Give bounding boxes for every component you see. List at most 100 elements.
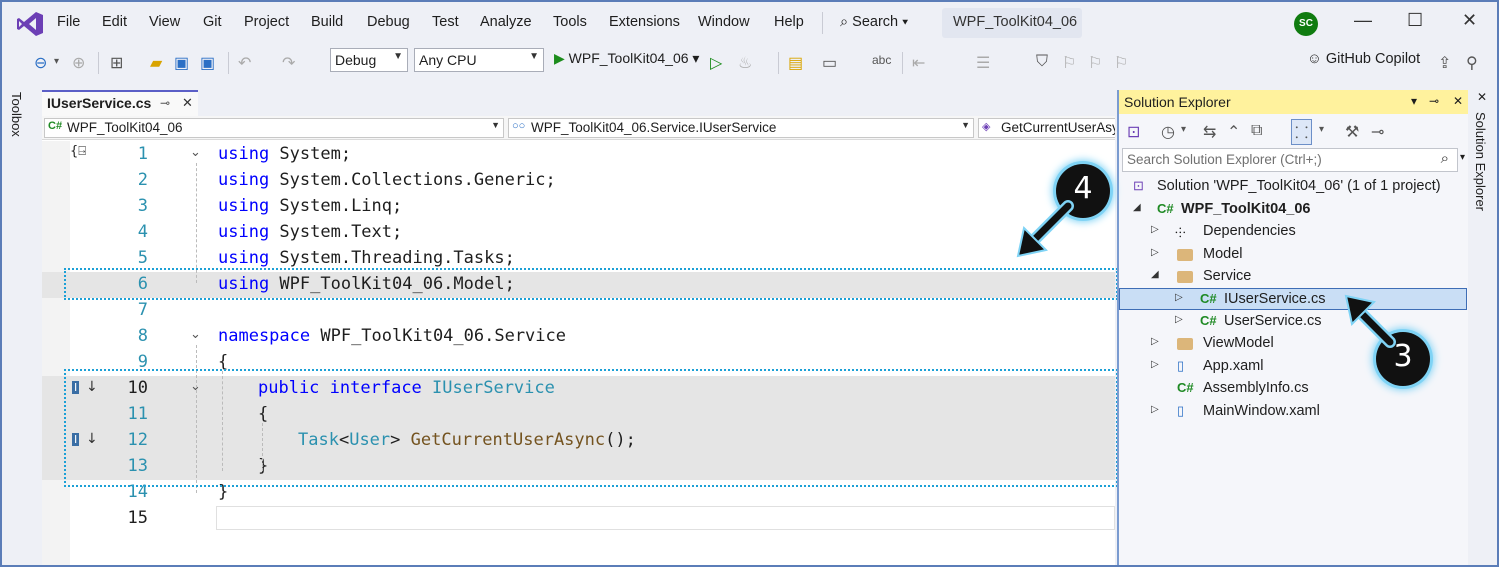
filter-icon[interactable]: ⸬	[1291, 119, 1313, 145]
platform-select[interactable]: Any CPU ▼	[414, 48, 544, 72]
feedback-icon[interactable]: ⚲	[1466, 53, 1478, 73]
collapse-all-icon[interactable]: ⌃	[1227, 122, 1240, 142]
switch-view-icon[interactable]: ⊡	[1127, 122, 1140, 142]
chevron-down-icon[interactable]: ▾	[54, 56, 59, 67]
start-debug-button[interactable]: ▶ WPF_ToolKit04_06 ▾	[554, 50, 699, 67]
member-dropdown[interactable]: ◈ GetCurrentUserAsync()	[978, 118, 1115, 138]
history-icon[interactable]: ◷	[1161, 122, 1175, 142]
pin-icon[interactable]: ⊸	[1429, 94, 1439, 108]
code-line: 2 using System.Collections.Generic;	[137, 170, 556, 190]
tab-iuserservice[interactable]: IUserService.cs ⊸ ✕	[42, 90, 198, 116]
collapsed-icon[interactable]: ▷	[1151, 404, 1159, 415]
collapsed-icon[interactable]: ▷	[1151, 224, 1159, 235]
menu-test[interactable]: Test	[432, 14, 459, 30]
menu-view[interactable]: View	[149, 14, 180, 30]
undo-icon[interactable]: ↶	[238, 53, 251, 73]
pin-icon[interactable]: ⊸	[160, 96, 170, 110]
project-dropdown[interactable]: C# WPF_ToolKit04_06 ▼	[44, 118, 504, 138]
start-without-debug-icon[interactable]: ▷	[710, 53, 722, 73]
spellcheck-icon[interactable]: abc	[872, 53, 891, 67]
menu-tools[interactable]: Tools	[553, 14, 587, 30]
dropdown-icon[interactable]: ▾	[1411, 94, 1417, 108]
solution-explorer-strip[interactable]: ✕ Solution Explorer	[1468, 86, 1497, 565]
bookmark-icon[interactable]: ⛉	[1036, 53, 1048, 71]
type-dropdown[interactable]: ○○ WPF_ToolKit04_06.Service.IUserService…	[508, 118, 974, 138]
preview-icon[interactable]: ⊸	[1371, 122, 1384, 142]
toolbox-strip[interactable]: Toolbox	[2, 86, 40, 565]
close-icon[interactable]: ✕	[1477, 90, 1487, 104]
chevron-down-icon[interactable]: ▾	[1181, 124, 1186, 135]
comment-icon[interactable]: ☰	[976, 53, 990, 73]
ide-window: File Edit View Git Project Build Debug T…	[0, 0, 1499, 567]
hot-reload-icon[interactable]: ♨	[738, 53, 752, 73]
close-tab-icon[interactable]: ✕	[182, 95, 193, 111]
save-all-icon[interactable]: ▣	[200, 53, 215, 73]
collapsed-icon[interactable]: ▷	[1151, 247, 1159, 258]
sync-icon[interactable]: ⇆	[1203, 122, 1216, 142]
avatar[interactable]: SC	[1294, 12, 1318, 36]
layout-icon[interactable]: ▭	[822, 53, 837, 73]
solution-search-input[interactable]: Search Solution Explorer (Ctrl+;) ⌕	[1122, 148, 1458, 172]
toolbar: ⊖ ▾ ⊕ ⊞ ▰ ▣ ▣ ↶ ↷ Debug ▼ Any CPU ▼ ▶ WPF_…	[2, 44, 1497, 82]
expanded-icon[interactable]: ◢	[1133, 202, 1141, 213]
snippet-icon: {⍈	[70, 144, 87, 159]
maximize-icon[interactable]: ☐	[1407, 10, 1423, 31]
chevron-down-icon[interactable]: ▾	[1460, 152, 1465, 163]
menu-extensions[interactable]: Extensions	[609, 14, 680, 30]
browse-icon[interactable]: ▤	[788, 53, 803, 73]
share-icon[interactable]: ⇪	[1438, 53, 1451, 73]
bookmark-clear-icon[interactable]: ⚐	[1114, 53, 1128, 73]
open-folder-icon[interactable]: ▰	[150, 53, 162, 73]
collapsed-icon[interactable]: ▷	[1151, 359, 1159, 370]
toolbar-separator	[902, 52, 903, 74]
forward-icon[interactable]: ⊕	[72, 53, 85, 73]
code-line: 4 using System.Text;	[137, 222, 403, 242]
menu-file[interactable]: File	[57, 14, 80, 30]
menu-window[interactable]: Window	[698, 14, 750, 30]
menu-project[interactable]: Project	[244, 14, 289, 30]
menu-debug[interactable]: Debug	[367, 14, 410, 30]
redo-icon[interactable]: ↷	[282, 53, 295, 73]
menu-edit[interactable]: Edit	[102, 14, 127, 30]
folder-icon	[1177, 338, 1193, 353]
chevron-down-icon: ▼	[529, 51, 539, 62]
menu-git[interactable]: Git	[203, 14, 222, 30]
collapse-icon[interactable]: ⌄	[190, 145, 201, 160]
menu-build[interactable]: Build	[311, 14, 343, 30]
bookmark-prev-icon[interactable]: ⚐	[1062, 53, 1076, 73]
chevron-down-icon[interactable]: ▾	[1319, 124, 1324, 135]
bookmark-next-icon[interactable]: ⚐	[1088, 53, 1102, 73]
collapsed-icon[interactable]: ▷	[1175, 292, 1183, 303]
collapsed-icon[interactable]: ▷	[1175, 314, 1183, 325]
navigation-bar: C# WPF_ToolKit04_06 ▼ ○○ WPF_ToolKit04_0…	[42, 116, 1115, 140]
solution-explorer-title: Solution Explorer ▾ ⊸ ✕	[1119, 90, 1468, 114]
properties-icon[interactable]: ⚒	[1345, 122, 1359, 142]
menu-help[interactable]: Help	[774, 14, 804, 30]
search-button[interactable]: ⌕ Search ▾	[840, 14, 908, 30]
folder-icon	[1177, 249, 1193, 264]
menu-analyze[interactable]: Analyze	[480, 14, 532, 30]
close-icon[interactable]: ✕	[1462, 10, 1477, 31]
solution-explorer-panel: Solution Explorer ▾ ⊸ ✕ ⊡ ◷ ▾ ⇆ ⌃ ⧉ ⸬ ▾ …	[1117, 90, 1468, 565]
close-icon[interactable]: ✕	[1453, 94, 1463, 108]
config-select[interactable]: Debug ▼	[330, 48, 408, 72]
toolbar-separator	[778, 52, 779, 74]
collapse-icon[interactable]: ⌄	[190, 327, 201, 342]
indent-icon[interactable]: ⇤	[912, 53, 925, 73]
code-editor[interactable]: IUserService.cs ⊸ ✕ C# WPF_ToolKit04_06 …	[42, 90, 1115, 565]
save-icon[interactable]: ▣	[174, 53, 189, 73]
back-icon[interactable]: ⊖	[34, 53, 47, 73]
code-text-area[interactable]: {⍈ 1 ⌄ using System; 2 using System.Coll…	[42, 141, 1115, 565]
minimize-icon[interactable]: —	[1354, 10, 1372, 31]
collapsed-icon[interactable]: ▷	[1151, 336, 1159, 347]
menu-separator	[822, 12, 823, 34]
interface-icon: ○○	[512, 120, 526, 132]
tree-file-iuserservice[interactable]: ▷ C# IUserService.cs	[1119, 288, 1467, 310]
new-item-icon[interactable]: ⊞	[110, 53, 123, 73]
highlight-box-interface	[64, 369, 1118, 487]
github-copilot-button[interactable]: ☺ GitHub Copilot	[1307, 51, 1420, 67]
chevron-down-icon: ▼	[961, 120, 970, 130]
show-all-files-icon[interactable]: ⧉	[1251, 122, 1262, 140]
expanded-icon[interactable]: ◢	[1151, 269, 1159, 280]
indent-guide	[196, 163, 197, 283]
